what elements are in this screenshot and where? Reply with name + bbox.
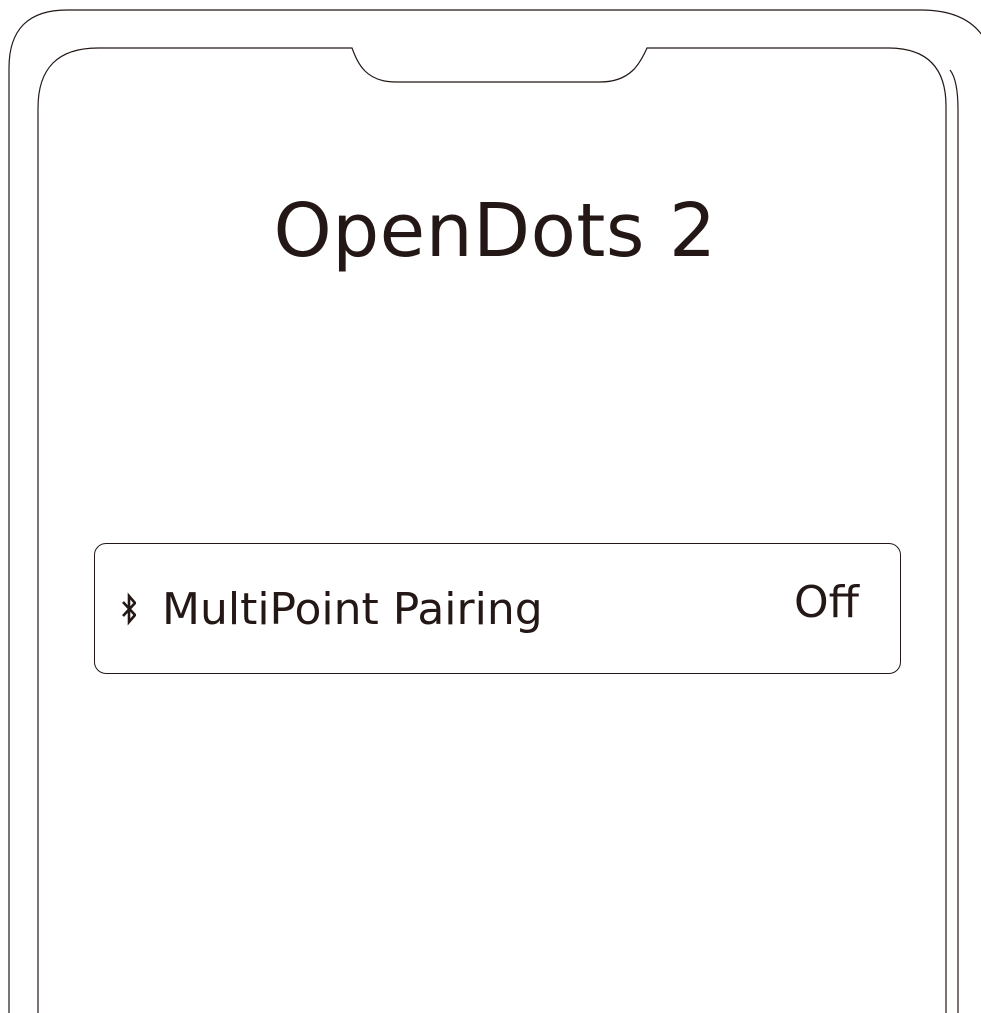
- multipoint-pairing-label: MultiPoint Pairing: [162, 584, 543, 635]
- multipoint-pairing-row[interactable]: MultiPoint Pairing Off: [94, 543, 901, 674]
- device-name-title: OpenDots 2: [273, 188, 717, 274]
- bluetooth-icon: [122, 592, 136, 626]
- phone-frame: [8, 9, 981, 1013]
- phone-outer-outline: [8, 9, 981, 1013]
- app-screen: OpenDots 2 MultiPoint Pairing Off: [0, 0, 981, 1013]
- multipoint-pairing-value: Off: [794, 577, 859, 628]
